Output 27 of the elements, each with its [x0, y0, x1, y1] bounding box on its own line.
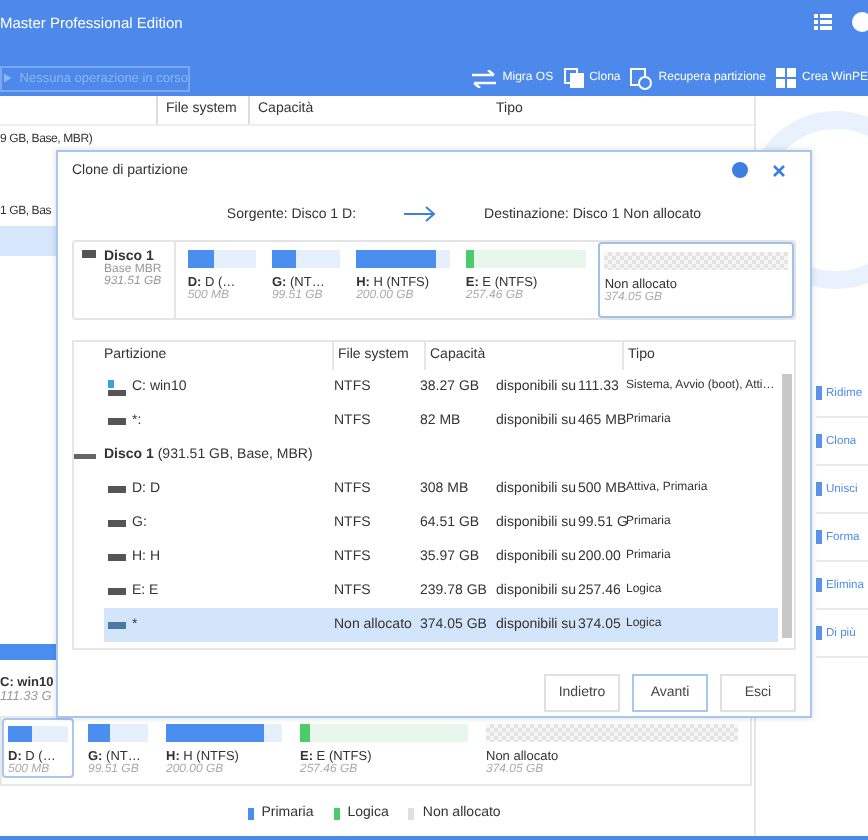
drive-icon	[108, 519, 126, 527]
drive-icon	[108, 621, 126, 629]
help-icon[interactable]	[732, 162, 748, 178]
help-icon[interactable]	[852, 12, 868, 32]
action-icon	[816, 626, 822, 640]
scrollbar[interactable]	[782, 374, 792, 638]
usage-bar	[0, 644, 60, 660]
legend-swatch	[247, 807, 254, 819]
drive-icon	[108, 417, 126, 425]
recover-icon	[630, 67, 653, 89]
play-icon	[4, 72, 12, 84]
menu-icon[interactable]	[814, 14, 832, 30]
copy-icon	[563, 68, 584, 88]
action-icon	[816, 530, 822, 544]
action-icon	[816, 482, 822, 496]
action-icon	[816, 578, 822, 592]
legend-swatch	[333, 807, 340, 819]
drive-icon	[108, 485, 126, 493]
swap-arrows-icon	[472, 69, 497, 87]
action-icon	[816, 434, 822, 448]
system-drive-icon	[108, 379, 126, 395]
windows-grid-icon	[775, 68, 796, 88]
close-icon[interactable]	[772, 163, 786, 177]
drive-icon	[108, 553, 126, 561]
action-icon	[816, 386, 822, 400]
arrow-icon	[404, 206, 437, 222]
drive-icon	[108, 587, 126, 595]
